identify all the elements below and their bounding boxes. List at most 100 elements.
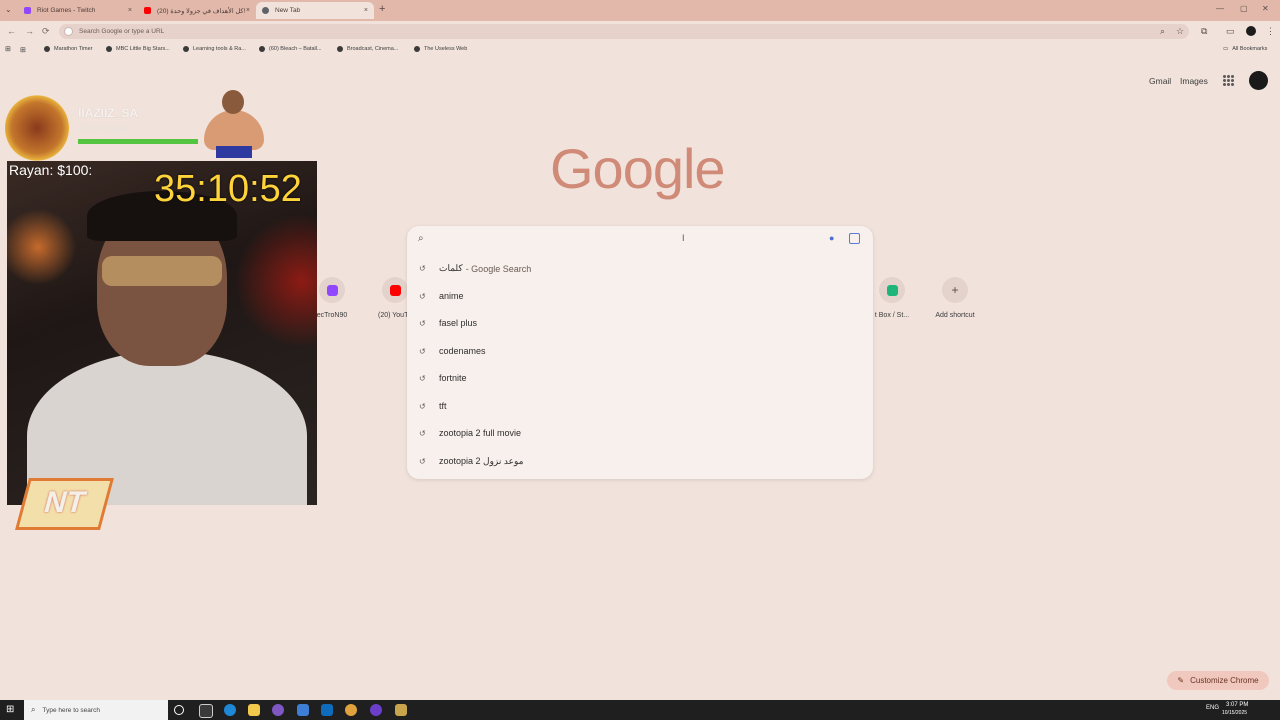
tab-twitch[interactable]: Riot Games - Twitch × [18,2,138,19]
taskbar [0,700,1280,720]
taskbar-search[interactable]: ⌕ Type here to search [24,700,168,720]
donation-label: Rayan: $100: [9,162,93,178]
history-icon: ↺ [419,457,426,466]
microphone-icon[interactable]: ● [829,233,834,243]
file-explorer-icon[interactable] [248,704,260,716]
bookmark-item[interactable]: Marathon Timer [44,46,93,52]
history-icon: ↺ [419,428,426,438]
bookmark-item[interactable]: (60) Bleach – Batall... [259,46,322,52]
folder-icon: ▭ [1223,46,1229,52]
edge-icon[interactable] [224,704,236,716]
profile-icon[interactable] [1246,26,1256,36]
back-icon[interactable]: ← [7,26,16,36]
suggestion-item[interactable]: ↺ fasel plus [419,318,477,328]
bookmark-favicon-icon [414,46,420,52]
windows-start-icon[interactable]: ⊞ [6,704,14,715]
tab-search-icon[interactable]: ⌄ [5,5,12,14]
suggestion-item[interactable]: ↺ anime [419,291,464,301]
stream-timer: 35:10:52 [154,168,302,210]
app-icon[interactable] [272,704,284,716]
history-icon: ↺ [419,318,426,328]
tab-label: Riot Games - Twitch [37,7,96,14]
account-avatar[interactable] [1249,71,1268,90]
streamer-name: IIAZIIZ_SA [78,106,139,120]
history-icon: ↺ [419,346,426,356]
history-icon: ↺ [419,264,426,273]
history-icon: ↺ [419,373,426,383]
history-icon: ↺ [419,401,426,411]
suggestion-item[interactable]: ↺ tft [419,401,447,411]
youtube-icon [144,7,151,14]
history-icon: ↺ [419,291,426,301]
bookmarks-apps-icon[interactable]: ⊞ [20,46,26,54]
all-bookmarks[interactable]: ▭ All Bookmarks [1223,46,1267,52]
suggestion-item[interactable]: ↺ zootopia 2 موعد نزول [419,456,523,467]
suggestion-item[interactable]: ↺ fortnite [419,373,467,383]
search-icon: ⌕ [31,705,36,714]
plus-icon: + [942,277,968,303]
streamer-stat: 4800/4800 [78,124,126,135]
chrome-icon [262,7,269,14]
tab-new-tab[interactable]: New Tab × [256,2,374,19]
bookmark-item[interactable]: MBC Little Big Stars... [106,46,170,52]
store-icon[interactable] [297,704,309,716]
suggestion-item[interactable]: ↺ codenames [419,346,486,356]
clock-date[interactable]: 10/15/2025 [1222,710,1247,716]
suggestion-item[interactable]: ↺ zootopia 2 full movie [419,428,521,438]
google-logo: Google [550,137,726,200]
address-bar[interactable]: Search Google or type a URL [59,24,1189,39]
close-tab-icon[interactable]: × [128,7,132,14]
side-panel-icon[interactable]: ▭ [1226,26,1235,37]
address-placeholder: Search Google or type a URL [79,28,165,35]
mascot-image [198,88,270,158]
close-tab-icon[interactable]: × [364,7,368,14]
chrome-taskbar-icon[interactable] [345,704,357,716]
bookmark-item[interactable]: The Useless Web [414,46,467,52]
app-icon[interactable] [395,704,407,716]
reload-icon[interactable]: ⟳ [42,26,50,37]
google-lens-icon[interactable] [849,233,860,244]
bookmark-item[interactable]: Learning tools & Ra... [183,46,246,52]
nt-logo: NT [15,478,114,530]
gmail-link[interactable]: Gmail [1149,76,1171,86]
search-icon: ⌕ [418,233,424,244]
close-window-icon[interactable]: ✕ [1262,4,1269,13]
clock-time[interactable]: 3:07 PM [1226,702,1248,708]
text-cursor-icon: I [682,233,685,243]
minimize-icon[interactable]: — [1216,4,1224,13]
bookmark-favicon-icon [183,46,189,52]
add-shortcut-button[interactable]: + Add shortcut [925,277,985,319]
google-apps-icon[interactable] [1223,75,1234,86]
progress-bar [78,139,198,144]
outlook-icon[interactable] [321,704,333,716]
bookmark-favicon-icon [106,46,112,52]
twitch-icon [24,7,31,14]
images-link[interactable]: Images [1180,76,1208,86]
bookmark-favicon-icon [259,46,265,52]
tab-label: New Tab [275,7,301,14]
google-icon [64,27,73,36]
bookmark-favicon-icon [44,46,50,52]
suggestion-item[interactable]: ↺ كلمات - Google Search [419,263,531,274]
task-view-icon[interactable] [199,704,213,718]
bookmark-item[interactable]: Broadcast, Cinema... [337,46,398,52]
tab-label: (20) كل الأهداف في جزولا وحدة! [157,7,246,15]
webcam-feed [7,161,317,505]
zoom-icon[interactable]: ⌕ [1160,26,1165,37]
chrome-menu-icon[interactable]: ⋮ [1266,26,1275,37]
language-indicator[interactable]: ENG [1206,705,1219,711]
forward-icon[interactable]: → [25,26,34,36]
bookmark-star-icon[interactable]: ☆ [1176,26,1184,37]
maximize-icon[interactable]: ▢ [1240,4,1248,13]
new-tab-button[interactable]: + [379,3,385,15]
customize-chrome-button[interactable]: ✎ Customize Chrome [1167,671,1269,690]
bookmark-favicon-icon [337,46,343,52]
extensions-icon[interactable]: ⧉ [1201,26,1207,37]
tab-youtube[interactable]: (20) كل الأهداف في جزولا وحدة! × [138,2,256,19]
obs-icon[interactable] [370,704,382,716]
pencil-icon: ✎ [1177,676,1185,685]
apps-grid-icon[interactable]: ⊞ [5,45,11,53]
shortcut-icon [879,277,905,303]
close-tab-icon[interactable]: × [246,7,250,14]
cortana-icon[interactable] [174,705,184,715]
